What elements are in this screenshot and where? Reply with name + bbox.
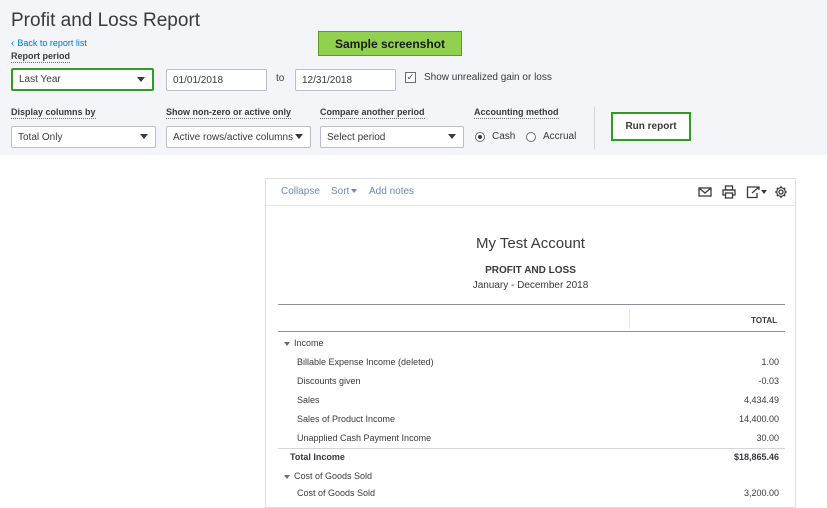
row-label: Cost of Goods Sold bbox=[297, 488, 376, 498]
sort-button[interactable]: Sort bbox=[331, 186, 358, 197]
row-label: Unapplied Cash Payment Income bbox=[297, 433, 432, 443]
to-label: to bbox=[276, 73, 285, 84]
report-header-panel: Profit and Loss Report ‹ Back to report l… bbox=[0, 0, 827, 155]
table-row[interactable]: Cost of Goods Sold 3,200.00 bbox=[278, 486, 785, 502]
accounting-method-label: Accounting method bbox=[474, 107, 559, 119]
caret-down-icon bbox=[140, 134, 148, 139]
show-nonzero-label: Show non-zero or active only bbox=[166, 107, 292, 119]
chevron-left-icon: ‹ bbox=[11, 38, 15, 49]
total-rule bbox=[278, 448, 785, 449]
accrual-radio[interactable] bbox=[526, 132, 536, 142]
row-label: Discounts given bbox=[297, 376, 361, 386]
unrealized-gain-checkbox[interactable]: ✓ bbox=[405, 72, 416, 83]
sort-label: Sort bbox=[331, 186, 350, 197]
caret-down-icon bbox=[351, 189, 358, 194]
divider bbox=[594, 107, 595, 149]
caret-down-icon bbox=[137, 77, 145, 82]
table-row[interactable]: Sales of Product Income 14,400.00 bbox=[278, 412, 785, 428]
compare-period-value: Select period bbox=[327, 131, 386, 143]
settings-icon[interactable] bbox=[774, 185, 788, 199]
unrealized-gain-label: Show unrealized gain or loss bbox=[424, 72, 552, 83]
display-columns-label: Display columns by bbox=[11, 107, 96, 119]
report-toolbar: Collapse Sort Add notes bbox=[266, 179, 795, 206]
run-report-button[interactable]: Run report bbox=[611, 112, 691, 141]
collapse-triangle-icon[interactable] bbox=[284, 341, 290, 346]
table-row[interactable]: Cost of Goods Sold bbox=[278, 469, 785, 485]
table-row[interactable]: Income bbox=[278, 336, 785, 352]
row-label: Total Income bbox=[290, 452, 345, 462]
cash-radio[interactable] bbox=[475, 132, 485, 142]
header-rule-bottom bbox=[278, 331, 785, 332]
row-label: Billable Expense Income (deleted) bbox=[297, 357, 434, 367]
email-icon[interactable] bbox=[698, 185, 712, 199]
table-row[interactable]: Sales 4,434.49 bbox=[278, 393, 785, 409]
caret-down-icon bbox=[295, 134, 303, 139]
collapse-button[interactable]: Collapse bbox=[281, 186, 320, 197]
row-label: Cost of Goods Sold bbox=[294, 471, 373, 481]
report-dates: January - December 2018 bbox=[472, 280, 589, 291]
cash-label: Cash bbox=[492, 131, 516, 142]
row-value[interactable]: -0.03 bbox=[758, 376, 779, 386]
row-value[interactable]: 3,200.00 bbox=[744, 488, 779, 498]
row-label: Income bbox=[294, 338, 324, 348]
end-date-input[interactable]: 12/31/2018 bbox=[295, 69, 396, 91]
start-date-input[interactable]: 01/01/2018 bbox=[166, 69, 267, 91]
total-column-header[interactable]: TOTAL bbox=[751, 316, 777, 325]
export-caret-icon[interactable] bbox=[761, 190, 767, 194]
table-row[interactable]: Discounts given -0.03 bbox=[278, 374, 785, 390]
row-value[interactable]: 4,434.49 bbox=[744, 395, 779, 405]
row-value[interactable]: $18,865.46 bbox=[734, 452, 779, 462]
report-period-label: Report period bbox=[11, 51, 71, 63]
column-separator bbox=[629, 309, 630, 329]
table-row-total[interactable]: Total Income $18,865.46 bbox=[278, 450, 785, 466]
row-label: Sales of Product Income bbox=[297, 414, 396, 424]
back-link-label: Back to report list bbox=[17, 38, 87, 48]
report-period-select[interactable]: Last Year bbox=[11, 68, 154, 91]
collapse-triangle-icon[interactable] bbox=[284, 474, 290, 479]
export-icon[interactable] bbox=[746, 185, 760, 199]
display-columns-select[interactable]: Total Only bbox=[11, 126, 156, 148]
show-nonzero-select[interactable]: Active rows/active columns bbox=[166, 126, 311, 148]
print-icon[interactable] bbox=[722, 185, 736, 199]
page-title: Profit and Loss Report bbox=[11, 10, 201, 31]
row-value[interactable]: 30.00 bbox=[756, 433, 779, 443]
compare-period-label: Compare another period bbox=[320, 107, 425, 119]
accrual-label: Accrual bbox=[543, 131, 577, 142]
caret-down-icon bbox=[448, 134, 456, 139]
header-rule bbox=[278, 304, 785, 305]
row-value[interactable]: 1.00 bbox=[761, 357, 779, 367]
report-title: PROFIT AND LOSS bbox=[485, 265, 576, 276]
table-row[interactable]: Unapplied Cash Payment Income 30.00 bbox=[278, 431, 785, 447]
report-period-value: Last Year bbox=[19, 74, 61, 85]
table-row[interactable]: Billable Expense Income (deleted) 1.00 bbox=[278, 355, 785, 371]
back-to-report-list-link[interactable]: ‹ Back to report list bbox=[11, 38, 87, 49]
company-name: My Test Account bbox=[476, 235, 585, 252]
compare-period-select[interactable]: Select period bbox=[320, 126, 464, 148]
report-panel: Collapse Sort Add notes My Test Account … bbox=[265, 178, 796, 508]
row-value[interactable]: 14,400.00 bbox=[739, 414, 779, 424]
show-nonzero-value: Active rows/active columns bbox=[173, 131, 294, 143]
display-columns-value: Total Only bbox=[18, 131, 63, 143]
row-label: Sales bbox=[297, 395, 320, 405]
sample-screenshot-banner: Sample screenshot bbox=[318, 31, 462, 56]
add-notes-button[interactable]: Add notes bbox=[369, 186, 414, 197]
